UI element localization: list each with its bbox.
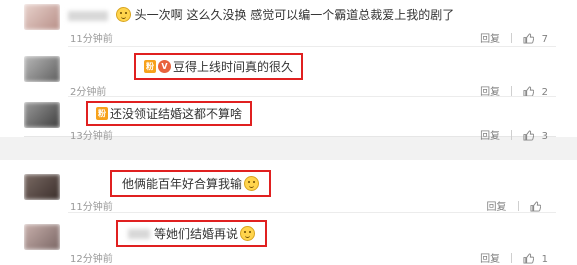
comment-time: 11分钟前 <box>70 202 113 213</box>
fan-badge: 粉 <box>96 107 108 120</box>
comment-time: 12分钟前 <box>70 254 113 265</box>
comment-time: 13分钟前 <box>70 131 113 142</box>
comment-text-row: 粉 还没领证结婚这都不算啥 <box>86 101 253 126</box>
comment-divider <box>68 96 556 97</box>
avatar[interactable] <box>24 4 60 30</box>
comment-item: 等她们结婚再说 12分钟前 回复 1 <box>24 216 556 265</box>
comment-text-row: 粉 V 豆得上线时间真的很久 <box>134 53 304 80</box>
comment-item: 头一次啊 这么久没换 感觉可以编一个霸道总裁爱上我的剧了 11分钟前 回复 7 <box>24 0 556 47</box>
highlight-box: 粉 V 豆得上线时间真的很久 <box>134 53 304 80</box>
comment-text-row: 头一次啊 这么久没换 感觉可以编一个霸道总裁爱上我的剧了 <box>68 6 454 23</box>
reply-button[interactable]: 回复 <box>486 198 506 213</box>
comment-actions: 回复 3 <box>480 127 548 144</box>
emoji-icon <box>115 7 131 22</box>
action-divider <box>511 86 513 96</box>
comment-text: 头一次啊 这么久没换 感觉可以编一个霸道总裁爱上我的剧了 <box>134 8 455 22</box>
avatar[interactable] <box>24 174 60 200</box>
action-divider <box>511 253 513 263</box>
comment-text: 还没领证结婚这都不算啥 <box>110 107 243 121</box>
comment-group-2: 他俩能百年好合算我输 11分钟前 回复 等她们结婚再说 12分钟前 回复 1 <box>24 160 556 265</box>
comment-divider <box>68 46 556 47</box>
comment-actions: 回复 7 <box>480 30 548 47</box>
like-count: 1 <box>541 254 548 265</box>
avatar[interactable] <box>24 56 60 82</box>
username-blurred[interactable] <box>68 10 108 21</box>
username-blurred[interactable] <box>128 228 150 239</box>
action-divider <box>511 130 513 140</box>
comment-text: 等她们结婚再说 <box>154 227 239 241</box>
reply-button[interactable]: 回复 <box>480 250 500 265</box>
comment-text: 他俩能百年好合算我输 <box>122 177 243 191</box>
fan-badge: 粉 <box>144 60 156 73</box>
comment-item: 他俩能百年好合算我输 11分钟前 回复 <box>24 166 556 213</box>
emoji-icon <box>240 226 256 241</box>
like-count: 3 <box>541 131 548 142</box>
reply-button[interactable]: 回复 <box>480 30 500 45</box>
highlight-box: 他俩能百年好合算我输 <box>110 170 272 197</box>
emoji-icon <box>244 176 260 191</box>
comment-text: 豆得上线时间真的很久 <box>173 60 294 74</box>
action-divider <box>511 33 513 43</box>
comment-actions: 回复 1 <box>480 250 548 265</box>
comment-item: 粉 V 豆得上线时间真的很久 2分钟前 回复 2 <box>24 50 556 98</box>
like-count: 7 <box>541 34 548 45</box>
comment-text-row: 他俩能百年好合算我输 <box>110 170 272 197</box>
comment-text-row: 等她们结婚再说 <box>116 220 268 247</box>
thumbs-up-icon[interactable] <box>523 33 535 47</box>
comment-item: 粉 还没领证结婚这都不算啥 13分钟前 回复 3 <box>24 98 556 142</box>
avatar[interactable] <box>24 224 60 250</box>
comment-time: 11分钟前 <box>70 34 113 45</box>
action-divider <box>517 201 519 211</box>
avatar[interactable] <box>24 102 60 128</box>
highlight-box: 等她们结婚再说 <box>116 220 268 247</box>
reply-button[interactable]: 回复 <box>480 127 500 142</box>
highlight-box: 粉 还没领证结婚这都不算啥 <box>86 101 253 126</box>
comment-divider <box>68 212 556 213</box>
verified-badge: V <box>158 60 171 73</box>
thumbs-up-icon[interactable] <box>523 130 535 144</box>
thumbs-up-icon[interactable] <box>523 253 535 265</box>
comment-group-1: 头一次啊 这么久没换 感觉可以编一个霸道总裁爱上我的剧了 11分钟前 回复 7 … <box>24 0 556 142</box>
